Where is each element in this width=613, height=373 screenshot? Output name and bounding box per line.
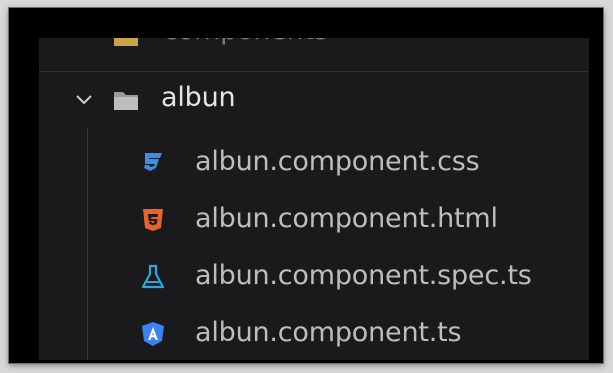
folder-label: albun [161,82,236,113]
file-label: albun.component.css [195,146,480,177]
file-explorer: components albun albun.component.css [39,38,589,360]
tree-item-label: components [163,38,328,46]
file-label: albun.component.spec.ts [195,260,532,291]
file-label: albun.component.html [195,203,498,234]
chevron-down-icon[interactable] [71,87,97,113]
screenshot-frame: components albun albun.component.css [9,8,603,363]
tree-item-file[interactable]: albun.component.css [39,138,589,188]
css-icon [144,153,162,171]
tree-item-file[interactable]: albun.component.spec.ts [39,252,589,302]
file-label: albun.component.ts [195,317,462,348]
tree-item-file[interactable]: albun.component.ts [39,309,589,359]
tree-item-components[interactable]: components [39,38,589,57]
folder-open-icon [114,92,138,110]
tree-item-file[interactable]: albun.component.html [39,195,589,245]
tree-item-albun-folder[interactable]: albun [39,71,589,128]
folder-icon [114,38,138,46]
test-flask-icon [141,264,165,289]
angular-icon [142,322,164,346]
html-icon [143,209,163,231]
